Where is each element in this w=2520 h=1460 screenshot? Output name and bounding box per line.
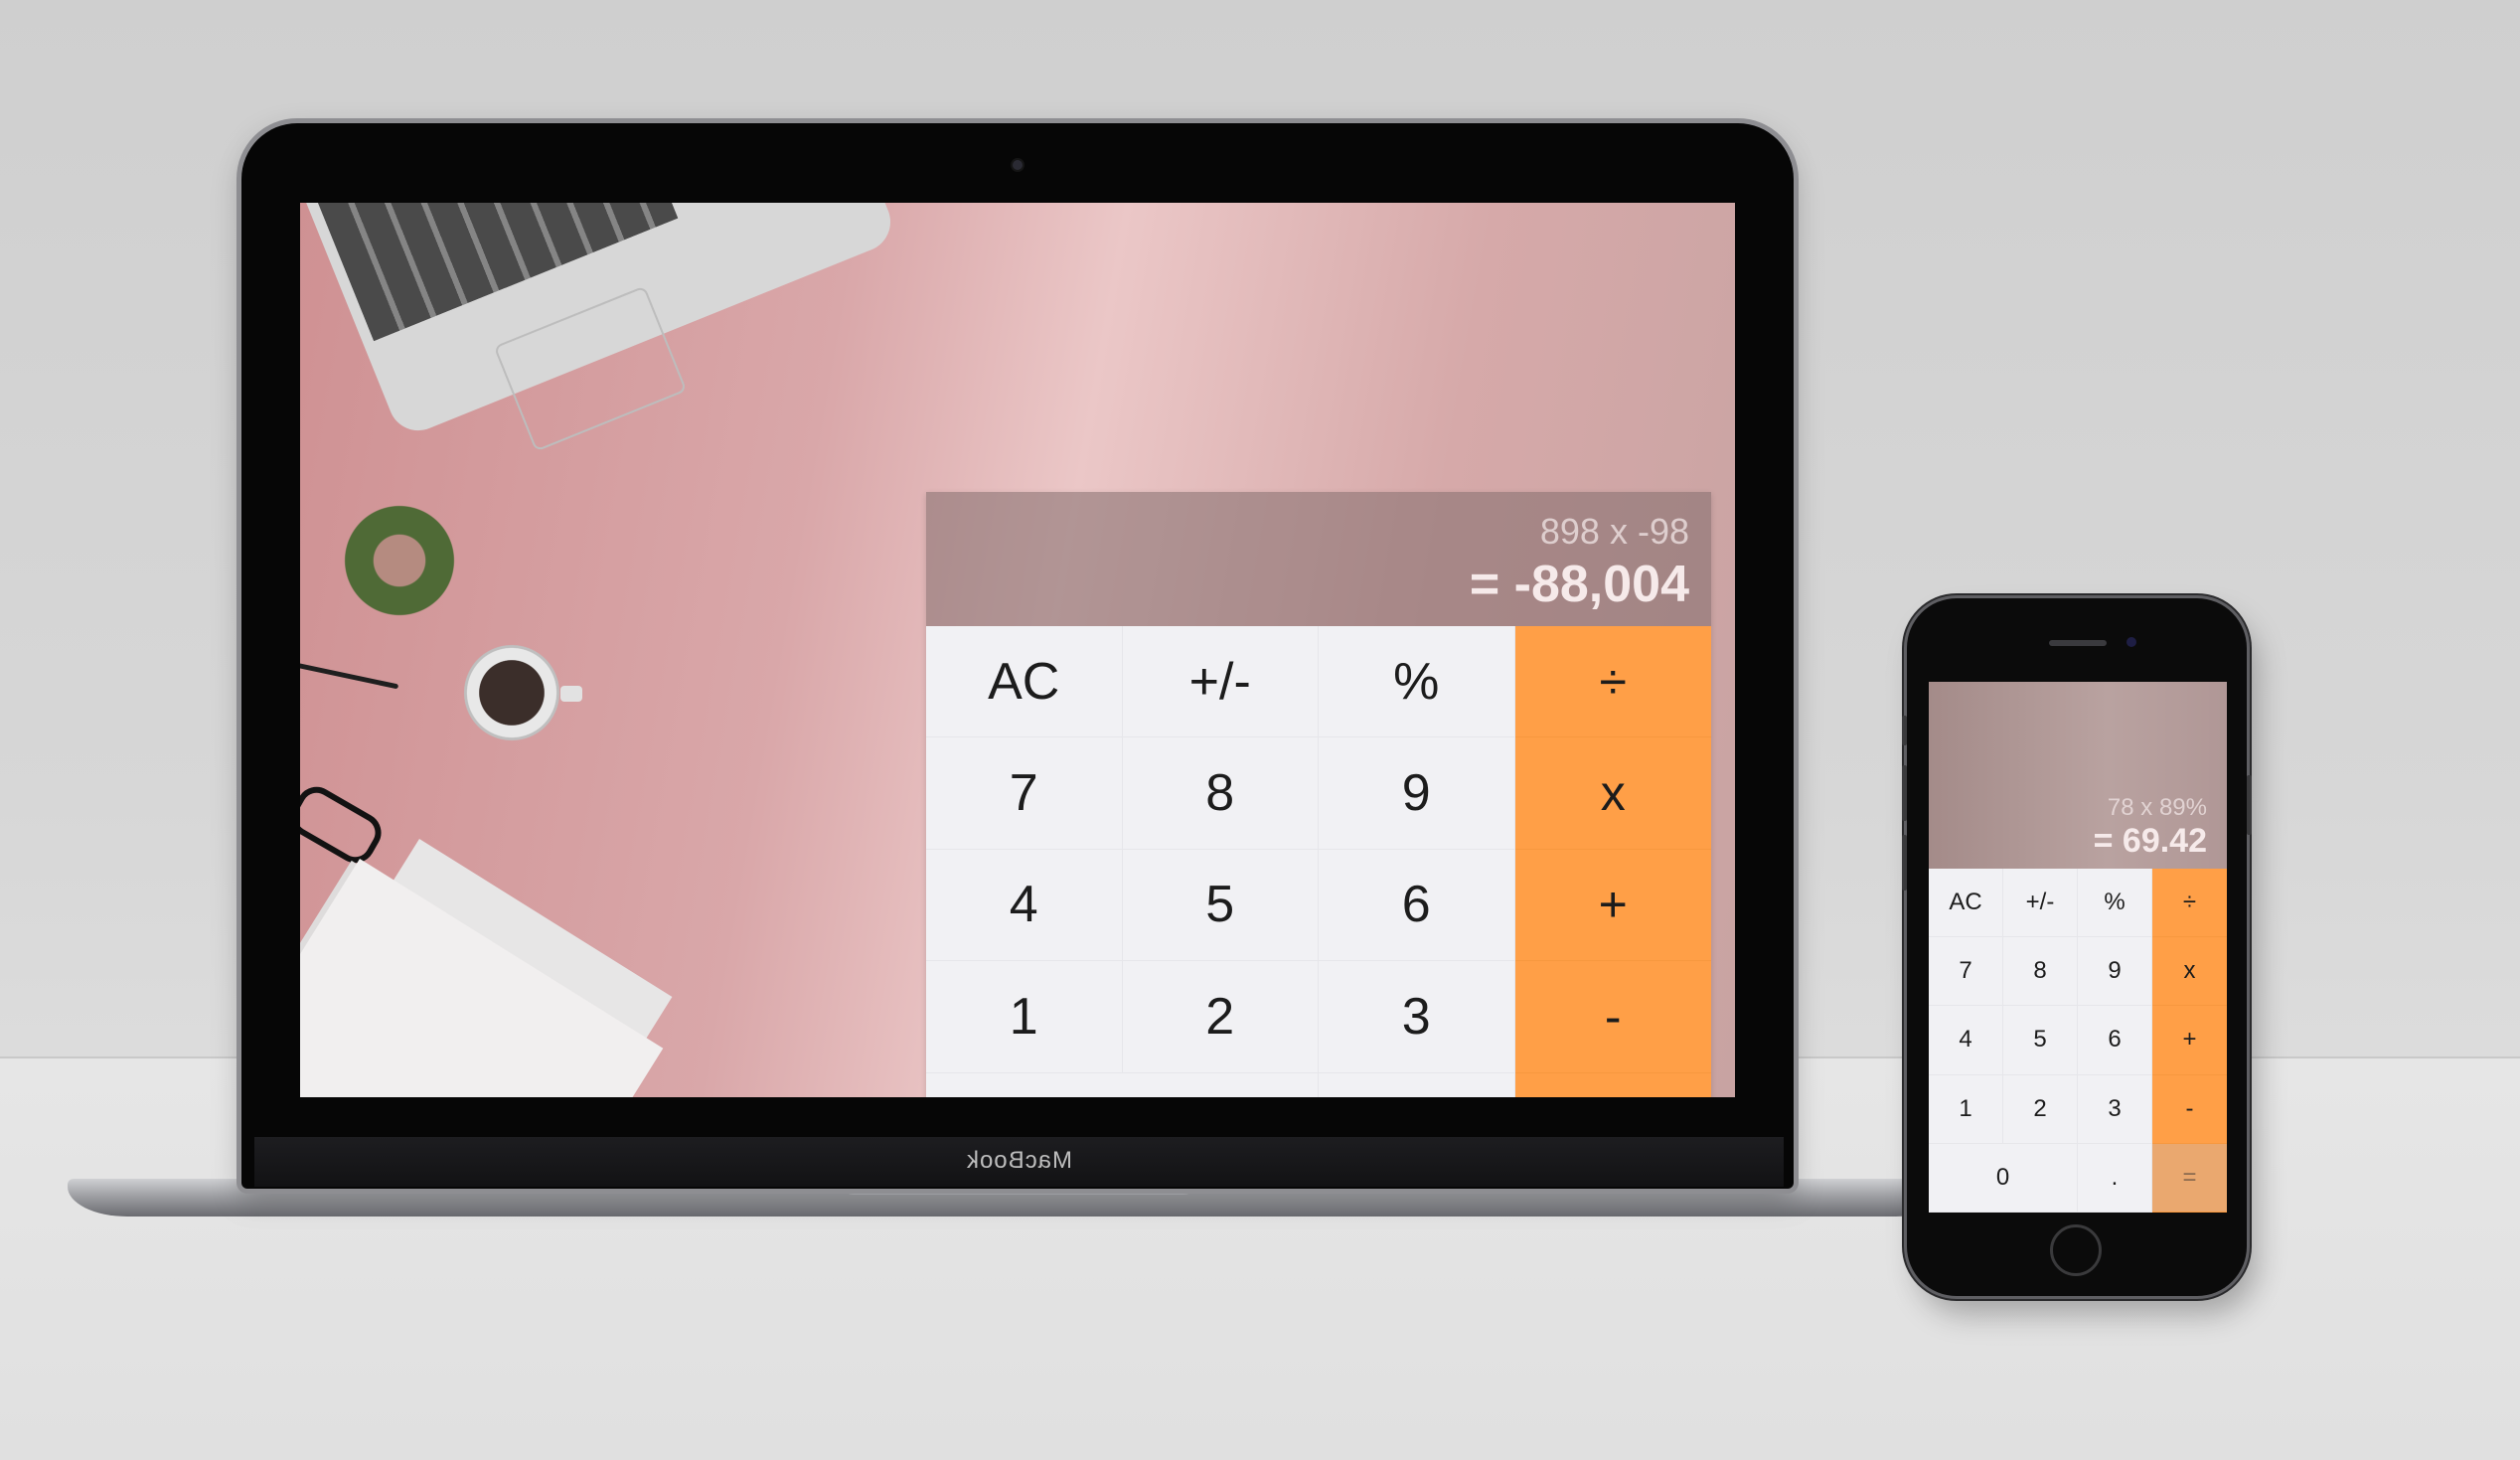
digit-0-button[interactable]: 0 xyxy=(1929,1143,2078,1213)
subtract-button[interactable]: - xyxy=(1514,961,1711,1073)
digit-9-button[interactable]: 9 xyxy=(1319,737,1515,850)
digit-3-button[interactable]: 3 xyxy=(2078,1074,2152,1144)
digit-0-button[interactable]: 0 xyxy=(926,1072,1319,1097)
calculator-expression: 898 x -98 xyxy=(1539,511,1689,552)
digit-4-button[interactable]: 4 xyxy=(926,849,1123,962)
digit-2-button[interactable]: 2 xyxy=(2003,1074,2078,1144)
digit-1-button[interactable]: 1 xyxy=(1929,1074,2003,1144)
digit-7-button[interactable]: 7 xyxy=(926,737,1123,850)
divide-button[interactable]: ÷ xyxy=(1514,626,1711,738)
decimal-button[interactable]: . xyxy=(1319,1072,1515,1097)
digit-3-button[interactable]: 3 xyxy=(1319,961,1515,1073)
digit-8-button[interactable]: 8 xyxy=(1122,737,1319,850)
digit-2-button[interactable]: 2 xyxy=(1122,961,1319,1073)
desktop-calculator: 898 x -98 = -88,004 AC +/- % ÷ 7 8 9 x 4… xyxy=(926,492,1711,1097)
laptop-chin: MacBook xyxy=(254,1137,1784,1187)
phone-camera-icon xyxy=(2126,637,2136,647)
wallpaper-pen-image xyxy=(300,659,399,690)
sign-toggle-button[interactable]: +/- xyxy=(2003,869,2078,938)
wallpaper-glasses-image xyxy=(300,779,389,871)
calculator-keypad: AC +/- % ÷ 7 8 9 x 4 5 6 + 1 2 3 - 0 . = xyxy=(1929,869,2227,1213)
wallpaper-coffee-cup-image xyxy=(461,642,562,743)
digit-7-button[interactable]: 7 xyxy=(1929,937,2003,1007)
clear-button[interactable]: AC xyxy=(1929,869,2003,938)
digit-5-button[interactable]: 5 xyxy=(1122,849,1319,962)
phone-home-button[interactable] xyxy=(2050,1224,2102,1276)
calculator-display: 78 x 89% = 69.42 xyxy=(1929,682,2227,869)
digit-4-button[interactable]: 4 xyxy=(1929,1006,2003,1075)
phone-mute-switch xyxy=(1902,716,1907,745)
calculator-result: = 69.42 xyxy=(2093,822,2207,860)
multiply-button[interactable]: x xyxy=(2152,937,2227,1007)
digit-8-button[interactable]: 8 xyxy=(2003,937,2078,1007)
percent-button[interactable]: % xyxy=(1319,626,1515,738)
wallpaper-plant-image xyxy=(330,491,469,630)
phone-volume-up-button xyxy=(1902,765,1907,821)
digit-1-button[interactable]: 1 xyxy=(926,961,1123,1073)
wallpaper-cup-handle xyxy=(560,686,582,702)
calculator-result: = -88,004 xyxy=(1469,556,1689,613)
mobile-calculator: 78 x 89% = 69.42 AC +/- % ÷ 7 8 9 x 4 5 … xyxy=(1929,682,2227,1213)
sign-toggle-button[interactable]: +/- xyxy=(1122,626,1319,738)
phone-speaker xyxy=(2049,640,2107,646)
laptop-brand-label: MacBook xyxy=(965,1147,1073,1174)
add-button[interactable]: + xyxy=(2152,1006,2227,1075)
digit-9-button[interactable]: 9 xyxy=(2078,937,2152,1007)
percent-button[interactable]: % xyxy=(2078,869,2152,938)
equals-button[interactable]: = xyxy=(2152,1143,2227,1213)
subtract-button[interactable]: - xyxy=(2152,1074,2227,1144)
calculator-expression: 78 x 89% xyxy=(2107,794,2207,821)
phone-screen: 78 x 89% = 69.42 AC +/- % ÷ 7 8 9 x 4 5 … xyxy=(1929,682,2227,1213)
clear-button[interactable]: AC xyxy=(926,626,1123,738)
divide-button[interactable]: ÷ xyxy=(2152,869,2227,938)
calculator-keypad: AC +/- % ÷ 7 8 9 x 4 5 6 + 1 2 3 - 0 . = xyxy=(926,626,1711,1097)
digit-6-button[interactable]: 6 xyxy=(2078,1006,2152,1075)
laptop-screen: 898 x -98 = -88,004 AC +/- % ÷ 7 8 9 x 4… xyxy=(300,203,1735,1097)
digit-5-button[interactable]: 5 xyxy=(2003,1006,2078,1075)
equals-button[interactable]: = xyxy=(1514,1072,1711,1097)
phone-volume-down-button xyxy=(1902,835,1907,891)
add-button[interactable]: + xyxy=(1514,849,1711,962)
decimal-button[interactable]: . xyxy=(2078,1143,2152,1213)
multiply-button[interactable]: x xyxy=(1514,737,1711,850)
laptop-camera-icon xyxy=(1013,160,1023,170)
digit-6-button[interactable]: 6 xyxy=(1319,849,1515,962)
calculator-display: 898 x -98 = -88,004 xyxy=(926,492,1711,626)
phone-power-button xyxy=(2247,775,2252,835)
